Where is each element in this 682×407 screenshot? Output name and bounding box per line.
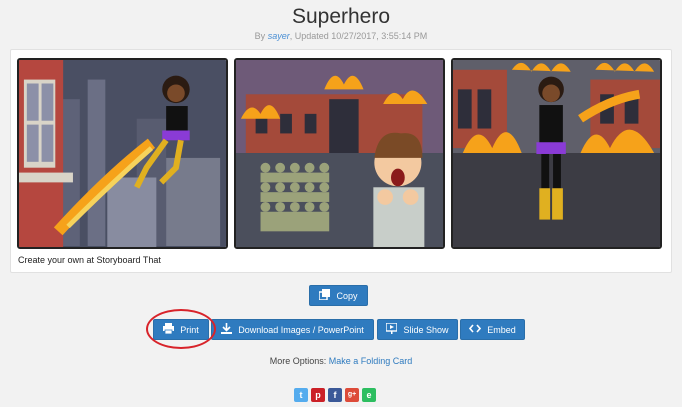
copy-label: Copy	[336, 290, 358, 301]
more-options-label: More Options:	[269, 356, 329, 366]
storyboard-caption[interactable]: Create your own at Storyboard That	[18, 255, 161, 265]
embed-button[interactable]: Embed	[460, 319, 525, 340]
copy-icon	[318, 289, 331, 302]
author-link[interactable]: sayer	[268, 31, 290, 41]
folding-card-link[interactable]: Make a Folding Card	[329, 356, 413, 366]
download-button[interactable]: Download Images / PowerPoint	[211, 319, 374, 340]
page-title: Superhero	[291, 5, 391, 28]
byline: By sayer, Updated 10/27/2017, 3:55:14 PM	[0, 31, 682, 41]
storyboard-card: Create your own at Storyboard That	[10, 49, 672, 273]
slideshow-button[interactable]: Slide Show	[377, 319, 458, 340]
storyboard-panel-3	[451, 58, 662, 249]
slideshow-label: Slide Show	[403, 324, 449, 335]
pinterest-icon[interactable]: p	[311, 388, 325, 402]
slideshow-icon	[385, 322, 399, 336]
print-button[interactable]: Print	[153, 319, 209, 340]
print-label: Print	[180, 324, 199, 335]
google-plus-icon[interactable]: g+	[345, 388, 359, 402]
updated-date: , Updated 10/27/2017, 3:55:14 PM	[289, 31, 428, 41]
evernote-icon[interactable]: e	[362, 388, 376, 402]
download-icon	[221, 323, 233, 336]
byline-prefix: By	[254, 31, 268, 41]
storyboard-panel-2	[234, 58, 445, 249]
facebook-icon[interactable]: f	[328, 388, 342, 402]
more-options: More Options: Make a Folding Card	[0, 356, 682, 366]
social-share-bar: t p f g+ e	[294, 388, 376, 402]
printer-icon	[163, 323, 175, 336]
storyboard-panel-1	[17, 58, 228, 249]
embed-label: Embed	[487, 324, 516, 335]
code-icon	[469, 323, 482, 336]
twitter-icon[interactable]: t	[294, 388, 308, 402]
download-label: Download Images / PowerPoint	[238, 324, 364, 335]
copy-button[interactable]: Copy	[309, 285, 368, 306]
